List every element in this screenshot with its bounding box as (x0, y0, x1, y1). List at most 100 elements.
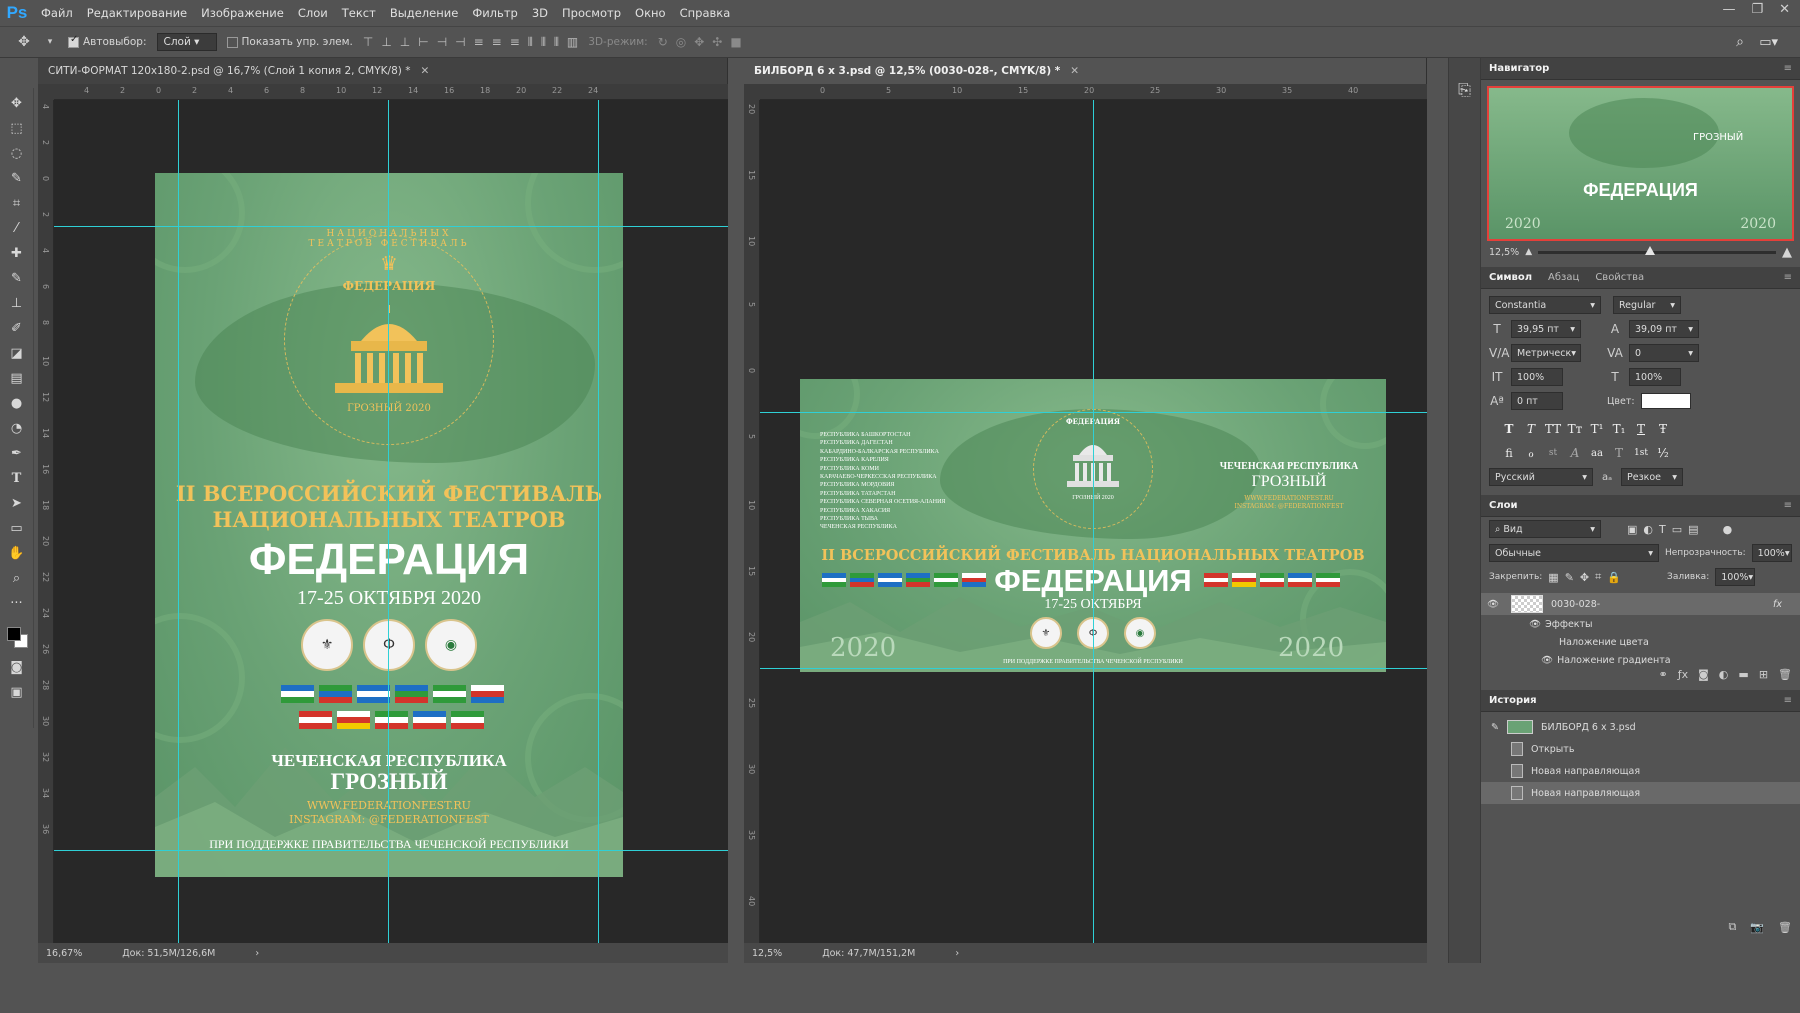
delete-layer-icon[interactable]: 🗑 (1778, 668, 1792, 681)
tab-document-2[interactable]: БИЛБОРД 6 х 3.psd @ 12,5% (0030-028-, CM… (744, 58, 1427, 84)
close-tab-icon[interactable]: ✕ (1070, 65, 1079, 77)
menu-select[interactable]: Выделение (383, 6, 466, 20)
search-icon[interactable]: ⌕ (1736, 34, 1744, 50)
tab-history[interactable]: История (1489, 695, 1537, 706)
distribute-top-icon[interactable]: ≡ (474, 35, 484, 50)
history-item-selected[interactable]: Новая направляющая (1481, 782, 1800, 804)
eye-icon[interactable]: 👁 (1541, 655, 1553, 666)
history-snapshot[interactable]: ✎ БИЛБОРД 6 х 3.psd (1481, 716, 1800, 738)
vertical-ruler[interactable]: 4 2 0 2 4 6 8 10 12 14 16 18 20 22 24 26… (38, 100, 54, 943)
discretionary-ligatures-button[interactable]: st (1543, 444, 1563, 462)
history-item[interactable]: Открыть (1481, 738, 1800, 760)
city-format-poster[interactable]: НАЦИОНАЛЬНЫХ ТЕАТРОВ ФЕСТИВАЛЬ ♛ ФЕДЕРАЦ… (155, 173, 623, 877)
vertical-scale-field[interactable]: 100% (1511, 368, 1563, 386)
distribute-bottom-icon[interactable]: ≡ (510, 35, 520, 50)
panel-menu-icon[interactable]: ≡ (1784, 500, 1792, 511)
guide-horizontal[interactable] (54, 226, 728, 227)
crop-tool-icon[interactable]: ⌗ (5, 192, 29, 214)
lock-position-icon[interactable]: ✥ (1580, 571, 1589, 584)
panel-menu-icon[interactable]: ≡ (1784, 272, 1792, 283)
new-adjustment-icon[interactable]: ◐ (1719, 668, 1729, 681)
guide-horizontal[interactable] (760, 668, 1427, 669)
restore-button[interactable]: ❐ (1751, 2, 1763, 17)
new-snapshot-icon[interactable]: 📷 (1750, 921, 1764, 934)
lock-all-icon[interactable]: 🔒 (1607, 571, 1621, 584)
lock-artboard-icon[interactable]: ⌗ (1595, 570, 1601, 584)
tab-properties[interactable]: Свойства (1595, 272, 1644, 283)
faux-italic-button[interactable]: T (1521, 420, 1541, 438)
slider-thumb[interactable] (1644, 245, 1655, 255)
guide-horizontal[interactable] (54, 850, 728, 851)
dodge-tool-icon[interactable]: ◔ (5, 417, 29, 439)
panel-icon[interactable]: ⎘ (1455, 80, 1475, 100)
kerning-select[interactable]: Метрическ ▾ (1511, 344, 1581, 362)
navigator-zoom-slider[interactable] (1538, 245, 1776, 255)
quick-mask-icon[interactable]: ◙ (5, 656, 29, 678)
faux-bold-button[interactable]: T (1499, 420, 1519, 438)
strikethrough-button[interactable]: Ŧ (1653, 420, 1673, 438)
foreground-color-swatch[interactable] (6, 627, 21, 641)
move-tool-icon[interactable]: ✥ (5, 92, 29, 114)
horizontal-ruler[interactable]: 0 5 10 15 20 25 30 35 40 (760, 84, 1427, 100)
menu-type[interactable]: Текст (335, 6, 383, 20)
vertical-ruler[interactable]: 20 15 10 5 0 5 10 15 20 25 30 35 40 (744, 100, 760, 943)
add-mask-icon[interactable]: ◙ (1698, 668, 1709, 681)
auto-align-icon[interactable]: ▥ (567, 35, 578, 50)
canvas-area[interactable]: НАЦИОНАЛЬНЫХ ТЕАТРОВ ФЕСТИВАЛЬ ♛ ФЕДЕРАЦ… (54, 100, 728, 943)
swash-button[interactable]: A (1565, 444, 1585, 462)
filter-adjust-icon[interactable]: ◐ (1643, 523, 1653, 536)
chevron-right-icon[interactable]: › (255, 948, 259, 959)
zoom-out-icon[interactable]: ▲ (1525, 247, 1532, 257)
checkbox-checked-icon[interactable] (68, 34, 79, 48)
navigator-zoom-value[interactable]: 12,5% (1489, 247, 1519, 258)
layer-row[interactable]: 👁 0030-028- fx (1481, 593, 1800, 615)
eye-icon[interactable]: 👁 (1529, 619, 1541, 630)
close-button[interactable]: ✕ (1779, 2, 1790, 17)
panel-menu-icon[interactable]: ≡ (1784, 63, 1792, 74)
stamp-tool-icon[interactable]: ⊥ (5, 292, 29, 314)
type-tool-icon[interactable]: T (5, 467, 29, 489)
3d-slide-icon[interactable]: ✣ (712, 35, 722, 49)
eraser-tool-icon[interactable]: ◪ (5, 342, 29, 364)
language-select[interactable]: Русский ▾ (1489, 468, 1593, 486)
menu-window[interactable]: Окно (628, 6, 673, 20)
pen-tool-icon[interactable]: ✒ (5, 442, 29, 464)
font-family-select[interactable]: Constantia ▾ (1489, 296, 1601, 314)
distribute-vcenter-icon[interactable]: ≡ (492, 35, 502, 50)
font-style-select[interactable]: Regular ▾ (1613, 296, 1681, 314)
tab-character[interactable]: Символ (1489, 272, 1532, 283)
chevron-down-icon[interactable]: ▾ (42, 37, 58, 47)
eyedropper-tool-icon[interactable]: ⁄ (5, 217, 29, 239)
ordinals-button[interactable]: 1st (1631, 444, 1651, 462)
guide-horizontal[interactable] (760, 412, 1427, 413)
align-hcenter-icon[interactable]: ⊣ (437, 35, 447, 50)
filter-toggle-icon[interactable]: ● (1723, 523, 1733, 536)
menu-image[interactable]: Изображение (194, 6, 291, 20)
path-select-icon[interactable]: ➤ (5, 492, 29, 514)
stylistic-alternates-button[interactable]: aa (1587, 444, 1607, 462)
minimize-button[interactable]: — (1722, 2, 1735, 17)
blur-tool-icon[interactable]: ● (5, 392, 29, 414)
canvas-area[interactable]: РЕСПУБЛИКА БАШКОРТОСТАН РЕСПУБЛИКА ДАГЕС… (760, 100, 1427, 943)
3d-rotate-icon[interactable]: ↻ (658, 35, 668, 49)
brush-tool-icon[interactable]: ✎ (5, 267, 29, 289)
text-color-swatch[interactable] (1640, 393, 1691, 409)
menu-view[interactable]: Просмотр (555, 6, 628, 20)
baseline-shift-field[interactable]: 0 пт (1511, 392, 1563, 410)
filter-smart-icon[interactable]: ▤ (1688, 523, 1698, 536)
menu-layers[interactable]: Слои (291, 6, 335, 20)
hand-tool-icon[interactable]: ✋ (5, 542, 29, 564)
menu-file[interactable]: Файл (34, 6, 80, 20)
checkbox-unchecked-icon[interactable] (226, 36, 238, 48)
marquee-tool-icon[interactable]: ⬚ (5, 117, 29, 139)
layer-filter-select[interactable]: ⌕ Вид ▾ (1489, 520, 1601, 538)
distribute-hcenter-icon[interactable]: ⫴ (541, 35, 546, 50)
effect-row[interactable]: 👁 Наложение градиента (1481, 651, 1800, 669)
tab-navigator[interactable]: Навигатор (1489, 63, 1549, 74)
menu-edit[interactable]: Редактирование (80, 6, 194, 20)
show-transform-controls-checkbox[interactable]: Показать упр. элем. (226, 36, 353, 48)
titling-alternates-button[interactable]: T (1609, 444, 1629, 462)
close-tab-icon[interactable]: ✕ (420, 65, 429, 77)
ligatures-button[interactable]: fi (1499, 444, 1519, 462)
tab-document-1[interactable]: СИТИ-ФОРМАТ 120х180-2.psd @ 16,7% (Слой … (38, 58, 728, 84)
